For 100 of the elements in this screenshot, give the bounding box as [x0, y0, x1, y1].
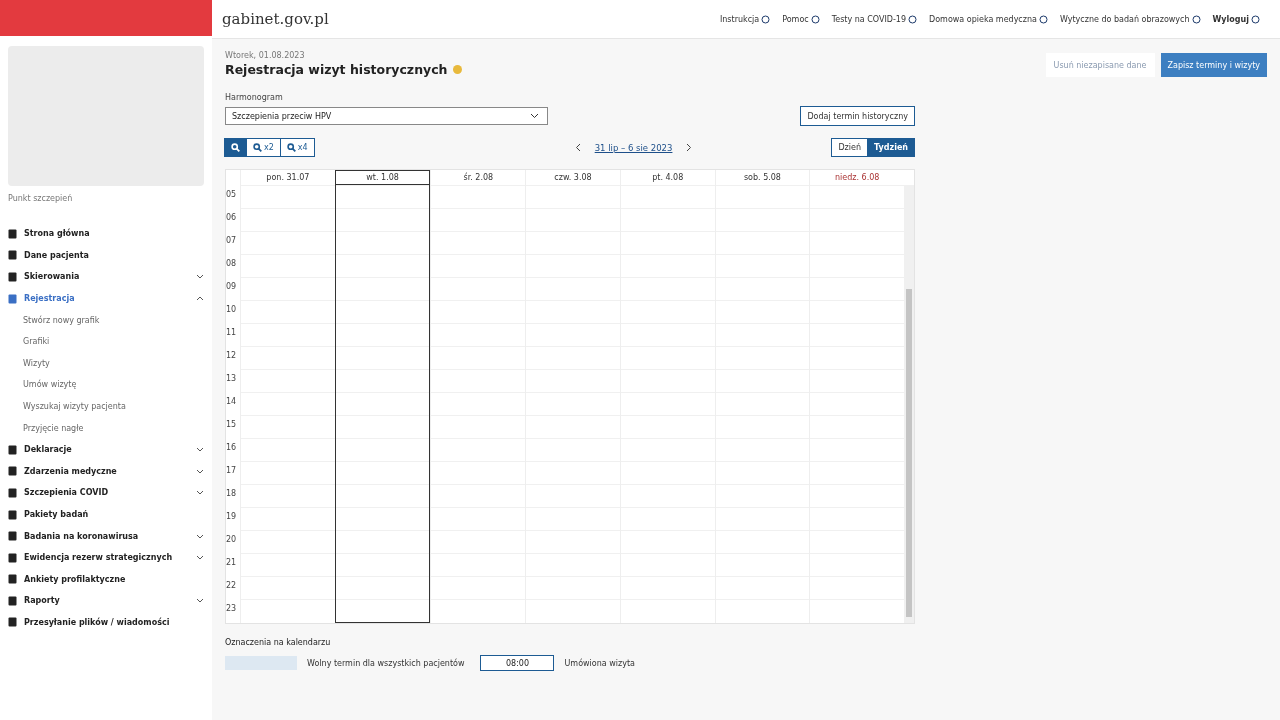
header-link[interactable]: Testy na COVID-19: [831, 14, 918, 24]
day-header[interactable]: czw. 3.08: [525, 170, 620, 185]
zoom-button[interactable]: x4: [279, 138, 315, 157]
date-range-link[interactable]: 31 lip – 6 sie 2023: [594, 142, 673, 153]
circle-icon: [1038, 14, 1048, 24]
document-icon: [8, 531, 17, 542]
scrollbar[interactable]: [904, 185, 915, 623]
legend-title: Oznaczenia na kalendarzu: [225, 638, 332, 647]
circle-icon: [908, 14, 918, 24]
legend-sample: 08:00: [480, 655, 555, 671]
chevron-down-icon: [196, 555, 204, 561]
hour-label: 17: [226, 465, 238, 477]
nav-item[interactable]: Ewidencja rezerw strategicznych: [0, 546, 212, 569]
day-header[interactable]: śr. 2.08: [430, 170, 526, 185]
chevron-down-icon: [196, 533, 204, 539]
chevron-up-icon: [196, 296, 204, 302]
site-title[interactable]: gabinet.gov.pl: [222, 10, 329, 28]
circle-icon: [1251, 14, 1260, 24]
hour-label: 15: [226, 419, 238, 431]
search-icon: [286, 143, 296, 152]
search-icon: [231, 143, 240, 152]
nav-item[interactable]: Skierowania: [0, 266, 212, 288]
nav-item[interactable]: Rejestracja: [0, 287, 212, 310]
nav-subitem[interactable]: Wizyty: [0, 352, 212, 375]
day-header[interactable]: pt. 4.08: [619, 170, 715, 185]
document-icon: [8, 509, 17, 520]
hour-label: 10: [226, 304, 238, 316]
legend-label: Umówiona wizyta: [564, 658, 635, 668]
day-header[interactable]: pon. 31.07: [240, 170, 335, 185]
document-icon: [8, 552, 17, 563]
nav-subitem[interactable]: Stwórz nowy grafik: [0, 309, 212, 331]
document-icon: [8, 272, 17, 282]
circle-icon: [1191, 14, 1201, 24]
date-label: Wtorek, 01.08.2023: [225, 51, 306, 60]
hour-label: 13: [226, 373, 238, 385]
nav-subitem[interactable]: Wyszukaj wizyty pacjenta: [0, 395, 212, 418]
chevron-down-icon: [196, 598, 204, 604]
header-link[interactable]: Wytyczne do badań obrazowych: [1059, 14, 1201, 24]
chevron-down-icon: [530, 113, 539, 119]
nav-subitem[interactable]: Umów wizytę: [0, 374, 212, 396]
nav-item[interactable]: Pakiety badań: [0, 503, 212, 526]
nav-item[interactable]: Szczepienia COVID: [0, 482, 212, 504]
nav-item[interactable]: Zdarzenia medyczne: [0, 460, 212, 483]
hour-label: 05: [226, 189, 238, 201]
day-header[interactable]: wt. 1.08: [334, 170, 431, 185]
nav-item[interactable]: Deklaracje: [0, 438, 212, 461]
hour-label: 09: [226, 281, 238, 293]
hour-label: 07: [226, 235, 238, 247]
day-header[interactable]: niedz. 6.08: [809, 170, 905, 185]
document-icon: [8, 574, 17, 585]
header-link[interactable]: Wyloguj: [1212, 14, 1260, 24]
add-term-button[interactable]: Dodaj termin historyczny: [800, 106, 915, 126]
zoom-button[interactable]: x2: [246, 138, 281, 157]
nav-item[interactable]: Przesyłanie plików / wiadomości: [0, 611, 212, 634]
header-link[interactable]: Pomoc: [782, 14, 820, 24]
document-icon: [8, 466, 17, 477]
nav-subitem[interactable]: Przyjęcie nagłe: [0, 417, 212, 439]
chevron-down-icon: [196, 274, 204, 280]
previous-icon[interactable]: [574, 143, 581, 152]
nav-item[interactable]: Ankiety profilaktyczne: [0, 568, 212, 591]
hour-label: 22: [226, 580, 238, 592]
schedule-select[interactable]: Szczepienia przeciw HPV: [225, 107, 548, 125]
document-icon: [8, 228, 17, 239]
nav-item[interactable]: Raporty: [0, 590, 212, 612]
chevron-down-icon: [196, 468, 204, 474]
nav-item[interactable]: Strona główna: [0, 223, 212, 245]
header-link[interactable]: Domowa opieka medyczna: [929, 14, 1048, 24]
document-icon: [8, 250, 17, 261]
legend-label: Wolny termin dla wszystkich pacjentów: [307, 658, 465, 668]
next-icon[interactable]: [686, 143, 693, 152]
view-tab[interactable]: Dzień: [831, 138, 869, 157]
circle-icon: [810, 14, 820, 24]
save-button[interactable]: Zapisz terminy i wizyty: [1160, 53, 1267, 77]
page-title: Rejestracja wizyt historycznych: [225, 62, 448, 77]
hour-label: 06: [226, 212, 238, 224]
nav-item[interactable]: Badania na koronawirusa: [0, 525, 212, 547]
zoom-button[interactable]: [224, 138, 247, 157]
day-header[interactable]: sob. 5.08: [714, 170, 810, 185]
circle-icon: [761, 14, 771, 24]
hour-label: 16: [226, 442, 238, 454]
hour-label: 20: [226, 534, 238, 546]
search-icon: [253, 143, 262, 152]
hour-label: 11: [226, 327, 238, 339]
chevron-down-icon: [196, 490, 204, 496]
document-icon: [8, 293, 17, 304]
hour-label: 12: [226, 350, 238, 362]
document-icon: [8, 617, 17, 628]
document-icon: [8, 595, 17, 606]
nav-subitem[interactable]: Grafiki: [0, 330, 212, 353]
legend-swatch: [225, 656, 297, 670]
place-label: Punkt szczepień: [7, 193, 74, 205]
view-tab[interactable]: Tydzień: [867, 138, 915, 157]
document-icon: [8, 444, 17, 455]
hour-label: 18: [226, 488, 238, 500]
nav-item[interactable]: Dane pacjenta: [0, 244, 212, 267]
hour-label: 08: [226, 258, 238, 270]
field-label: Harmonogram: [225, 93, 284, 102]
document-icon: [8, 487, 17, 498]
header-link[interactable]: Instrukcja: [719, 14, 771, 24]
hour-label: 19: [226, 511, 238, 523]
